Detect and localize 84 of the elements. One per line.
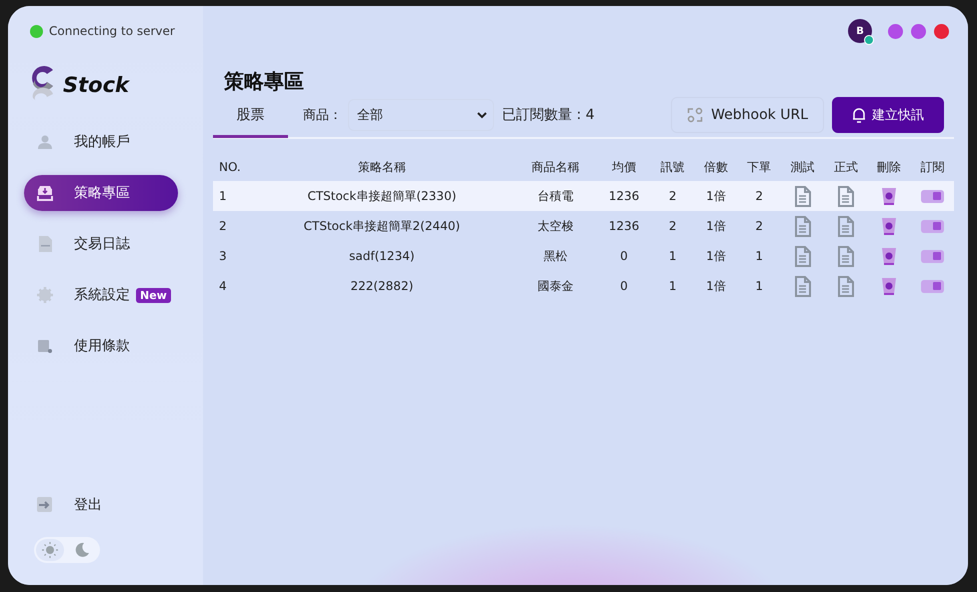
table-cell-text: 黑松 — [542, 248, 568, 264]
table-cell: CTStock串接超簡單2(2440) — [250, 211, 514, 241]
subscribe-toggle[interactable] — [920, 250, 944, 262]
column-header: 刪除 — [867, 153, 911, 181]
document-icon[interactable] — [836, 186, 855, 206]
trash-icon[interactable] — [881, 276, 898, 296]
person-icon — [36, 133, 54, 151]
trash-icon[interactable] — [881, 186, 898, 206]
table-cell: 2 — [213, 211, 250, 241]
maximize-button[interactable] — [911, 24, 926, 38]
table-cell-text: 3 — [218, 248, 228, 265]
logout-button[interactable]: 登出 — [24, 487, 178, 523]
nav-item[interactable]: 系統設定 New — [24, 277, 178, 313]
document-icon[interactable] — [794, 186, 812, 206]
table-cell: 2 — [738, 181, 781, 211]
new-badge: New — [136, 288, 171, 302]
document-icon[interactable] — [794, 276, 812, 296]
column-header: 訊號 — [651, 153, 694, 181]
nav-item[interactable]: 使用條款 — [24, 328, 178, 364]
column-header: 策略名稱 — [250, 153, 514, 181]
close-button[interactable] — [934, 24, 949, 38]
table-cell-text: 0 — [619, 278, 629, 295]
table-cell: 台積電 — [514, 181, 597, 211]
column-header: 倍數 — [694, 153, 738, 181]
nav-item[interactable]: 交易日誌 — [24, 226, 178, 262]
document-icon[interactable] — [794, 246, 812, 266]
bell-icon — [852, 107, 866, 123]
link-icon — [687, 107, 704, 123]
table-cell-text: 1 — [754, 278, 764, 295]
table-cell: 1 — [213, 181, 250, 211]
table-cell: 2 — [651, 211, 694, 241]
subscribe-toggle[interactable] — [920, 280, 944, 292]
table-cell-text: 1 — [668, 248, 678, 265]
column-header: 商品名稱 — [514, 153, 597, 181]
document-icon[interactable] — [836, 276, 855, 296]
user-avatar[interactable]: B — [848, 19, 872, 43]
gear-icon — [36, 286, 54, 304]
webhook-button[interactable]: Webhook URL — [671, 97, 824, 133]
table-cell-text: 1 — [668, 278, 678, 295]
table-cell: 1倍 — [694, 211, 738, 241]
nav-item[interactable]: 我的帳戶 — [24, 124, 178, 160]
subscribe-toggle[interactable] — [920, 190, 944, 202]
product-dropdown[interactable]: 全部 — [348, 99, 494, 131]
minimize-button[interactable] — [888, 24, 903, 38]
table-cell-text: sadf(1234) — [348, 248, 416, 265]
table-cell: 2 — [738, 211, 781, 241]
table-cell: CTStock串接超簡單(2330) — [250, 181, 514, 211]
sun-icon[interactable] — [36, 539, 64, 561]
download-icon — [36, 184, 54, 202]
document-icon[interactable] — [836, 246, 855, 266]
nav-item[interactable]: 策略專區 — [24, 175, 178, 211]
filter-label: 商品： — [303, 107, 342, 124]
table-cell-text: 國泰金 — [536, 278, 574, 294]
table-cell-text: 0 — [619, 248, 629, 265]
column-header: 測試 — [780, 153, 824, 181]
table-cell: 2 — [651, 181, 694, 211]
connection-status: Connecting to server — [49, 24, 175, 38]
file-icon — [36, 235, 54, 253]
logo-text: Stock — [63, 73, 130, 97]
document-icon[interactable] — [836, 216, 855, 236]
column-header: 訂閱 — [910, 153, 954, 181]
scroll-icon — [36, 337, 54, 355]
column-header: NO. — [213, 153, 250, 181]
table-cell-text: 1倍 — [705, 278, 727, 294]
table-cell: 1倍 — [694, 181, 738, 211]
column-header: 下單 — [738, 153, 781, 181]
document-icon[interactable] — [794, 216, 812, 236]
column-header: 正式 — [824, 153, 868, 181]
table-cell-text: 222(2882) — [349, 278, 414, 295]
create-alert-button[interactable]: 建立快訊 — [832, 97, 944, 133]
trash-icon[interactable] — [881, 246, 898, 266]
chevron-down-icon — [477, 112, 487, 118]
table-cell: 太空梭 — [514, 211, 597, 241]
column-header: 均價 — [596, 153, 652, 181]
trash-icon[interactable] — [881, 216, 898, 236]
table-cell: 1236 — [596, 211, 652, 241]
subscribed-count: 已訂閱數量 : 4 — [502, 106, 595, 124]
table-cell-text: 1倍 — [705, 248, 727, 264]
table-cell-text: 4 — [218, 278, 228, 295]
table-cell-text: 1 — [754, 248, 764, 265]
subscribe-toggle[interactable] — [920, 220, 944, 232]
table-cell: 1236 — [596, 181, 652, 211]
page-title: 策略專區 — [224, 68, 305, 95]
tab[interactable]: 股票 — [213, 94, 288, 138]
